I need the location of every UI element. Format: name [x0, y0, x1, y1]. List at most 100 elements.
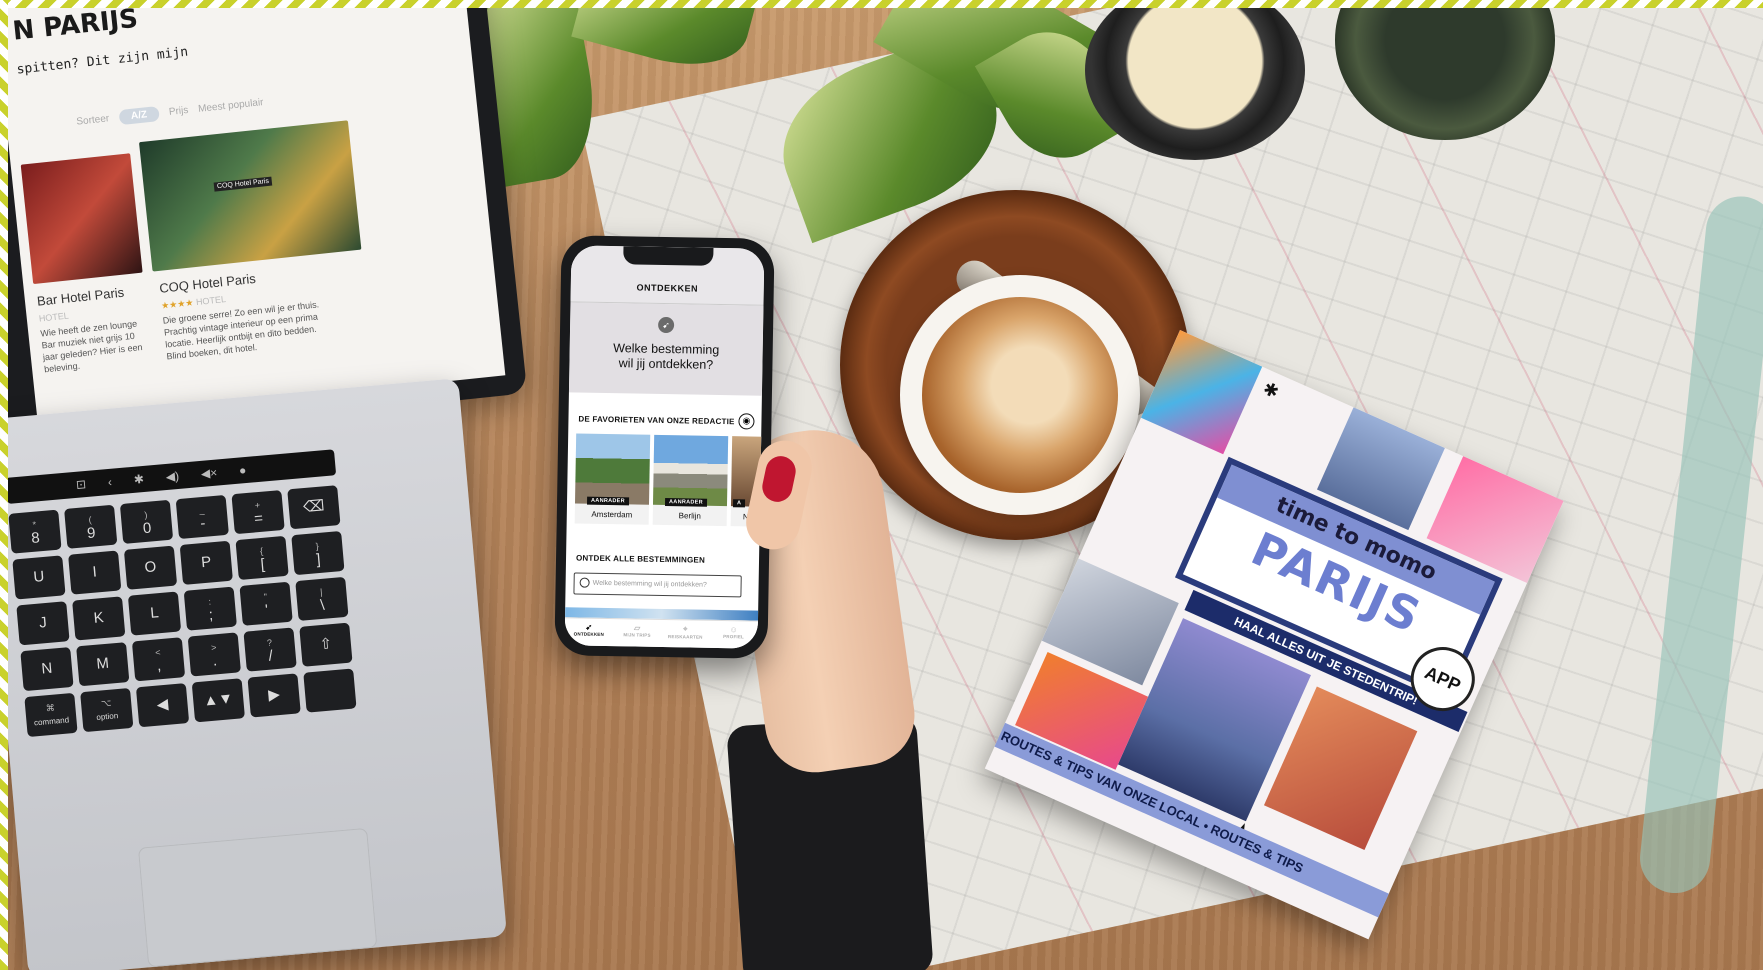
key[interactable]: P — [179, 540, 233, 585]
key[interactable]: | \ — [295, 576, 349, 621]
laptop-keyboard-deck: ⊡ ‹ ✱ ◀) ◀× ● * 8(9) 0 _ - + = ⌫ U I O P {[}] J K L:; " '… — [0, 378, 507, 970]
map-icon: ▱ — [633, 623, 641, 633]
key-label: K — [92, 609, 105, 627]
key[interactable]: J — [16, 601, 70, 646]
search-icon — [579, 577, 590, 588]
destination-name: Amsterdam — [591, 509, 633, 520]
laptop-screen: N PARIJS spitten? Dit zijn mijn Sorteer … — [0, 0, 506, 425]
amsterdam-photo — [575, 433, 651, 505]
key-shift-label: ⌥ — [100, 697, 112, 709]
recommended-badge: A — [732, 499, 746, 508]
key[interactable] — [303, 668, 357, 713]
key[interactable]: ⌘ command — [24, 692, 78, 738]
all-destinations-title: ONTDEK ALLE BESTEMMINGEN — [575, 553, 706, 565]
hotel-tag: HOTEL — [38, 310, 70, 324]
page-title: N PARIJS — [11, 3, 140, 47]
hotel-name[interactable]: Bar Hotel Paris — [36, 285, 125, 309]
key-label: command — [33, 715, 70, 728]
decorative-border-top — [0, 0, 1763, 8]
key-label: ; — [208, 606, 214, 624]
phone-notch — [623, 246, 714, 266]
search-placeholder: Welke bestemming wil jij ontdekken? — [592, 579, 707, 589]
smartphone: ONTDEKKEN ➹ Welke bestemming wil jij ont… — [554, 235, 775, 659]
key-label: \ — [319, 596, 326, 615]
key[interactable]: M — [76, 642, 130, 687]
key[interactable]: <, — [131, 637, 186, 682]
key[interactable]: ▲▼ — [191, 678, 245, 723]
tab-mijn-trips[interactable]: ▱ MIJN TRIPS — [613, 619, 662, 648]
key[interactable]: L — [127, 591, 182, 636]
touchbar-siri-icon[interactable]: ● — [238, 463, 246, 478]
key[interactable]: ? / — [243, 627, 297, 672]
key[interactable]: ⌥ option — [80, 687, 134, 733]
tab-profiel[interactable]: ☺ PROFIEL — [709, 621, 758, 649]
key-label: 0 — [142, 519, 152, 538]
drop-icon[interactable]: ◉ — [738, 413, 755, 430]
key-label: ⌫ — [302, 497, 326, 517]
destination-card-berlijn[interactable]: AANRADER Berlijn — [652, 434, 729, 527]
key[interactable]: ) 0 — [119, 499, 174, 544]
recommended-badge: AANRADER — [586, 496, 629, 506]
key[interactable]: ▶ — [247, 673, 301, 718]
key-label: option — [96, 711, 119, 722]
hotel-name[interactable]: COQ Hotel Paris — [159, 271, 257, 296]
decorative-border-left — [0, 0, 8, 970]
key[interactable]: {[ — [235, 535, 289, 581]
sort-price-button[interactable]: Prijs — [168, 105, 188, 118]
key-label: ] — [315, 550, 322, 569]
bar-hotel-photo[interactable] — [20, 153, 143, 285]
key[interactable]: _ - — [175, 494, 229, 540]
key[interactable]: ⌫ — [287, 485, 341, 530]
key[interactable]: U — [12, 555, 66, 600]
tab-ontdekken[interactable]: ➹ ONTDEKKEN — [565, 618, 614, 647]
key[interactable]: :; — [183, 586, 237, 631]
key[interactable]: + = — [231, 490, 285, 535]
favorites-title: DE FAVORIETEN VAN ONZE REDACTIE — [578, 414, 735, 427]
touchbar-back-icon[interactable]: ‹ — [107, 475, 112, 489]
plant-leaf — [571, 0, 759, 81]
hotel-stars: ★★★★ — [160, 297, 194, 311]
key-label: O — [143, 558, 158, 577]
key[interactable]: (9 — [64, 504, 118, 549]
destination-card-amsterdam[interactable]: AANRADER Amsterdam — [574, 433, 651, 525]
tab-reiskaarten[interactable]: ⌖ REISKAARTEN — [661, 620, 710, 649]
touchbar-mute-icon[interactable]: ◀× — [200, 466, 217, 481]
key-label: J — [38, 613, 48, 632]
hotel-sign: COQ Hotel Paris — [213, 176, 273, 192]
key-label: [ — [259, 555, 266, 574]
key-label: M — [95, 654, 110, 673]
sort-az-button[interactable]: A/Z — [118, 106, 160, 126]
key[interactable]: ⇧ — [299, 622, 353, 667]
key-label: ⇧ — [318, 635, 333, 654]
key-label: L — [149, 604, 160, 622]
key-label: - — [199, 514, 207, 533]
key[interactable]: O — [123, 545, 178, 590]
sort-popular-button[interactable]: Meest populair — [198, 97, 264, 115]
key-shift-label: ⌘ — [45, 702, 56, 714]
coq-hotel-photo[interactable]: COQ Hotel Paris — [138, 120, 362, 272]
key-label: ▶ — [267, 685, 281, 704]
key[interactable]: K — [72, 596, 126, 641]
touchbar-screen-icon[interactable]: ⊡ — [75, 477, 86, 492]
search-input[interactable]: Welke bestemming wil jij ontdekken? — [573, 572, 742, 598]
key[interactable]: I — [68, 550, 122, 595]
trackpad[interactable] — [137, 827, 378, 968]
key-label: . — [212, 652, 218, 670]
hotel-tag: HOTEL — [195, 294, 227, 308]
destination-name: Berlijn — [678, 511, 701, 521]
key[interactable]: ◀ — [135, 683, 190, 728]
touchbar-brightness-icon[interactable]: ✱ — [133, 472, 144, 487]
berlijn-photo — [652, 434, 729, 507]
touchbar-volume-icon[interactable]: ◀) — [165, 469, 179, 484]
key[interactable]: }] — [291, 530, 345, 576]
key[interactable]: >. — [187, 632, 241, 677]
tab-label: MIJN TRIPS — [623, 632, 651, 638]
key-label: ◀ — [156, 695, 169, 714]
key-label: ' — [264, 601, 269, 619]
tab-label: ONTDEKKEN — [573, 631, 605, 637]
key[interactable]: " ' — [239, 581, 293, 626]
compass-icon: ➹ — [585, 622, 593, 632]
key-label: U — [32, 568, 46, 586]
key[interactable]: N — [20, 647, 74, 692]
key[interactable]: * 8 — [8, 509, 62, 554]
